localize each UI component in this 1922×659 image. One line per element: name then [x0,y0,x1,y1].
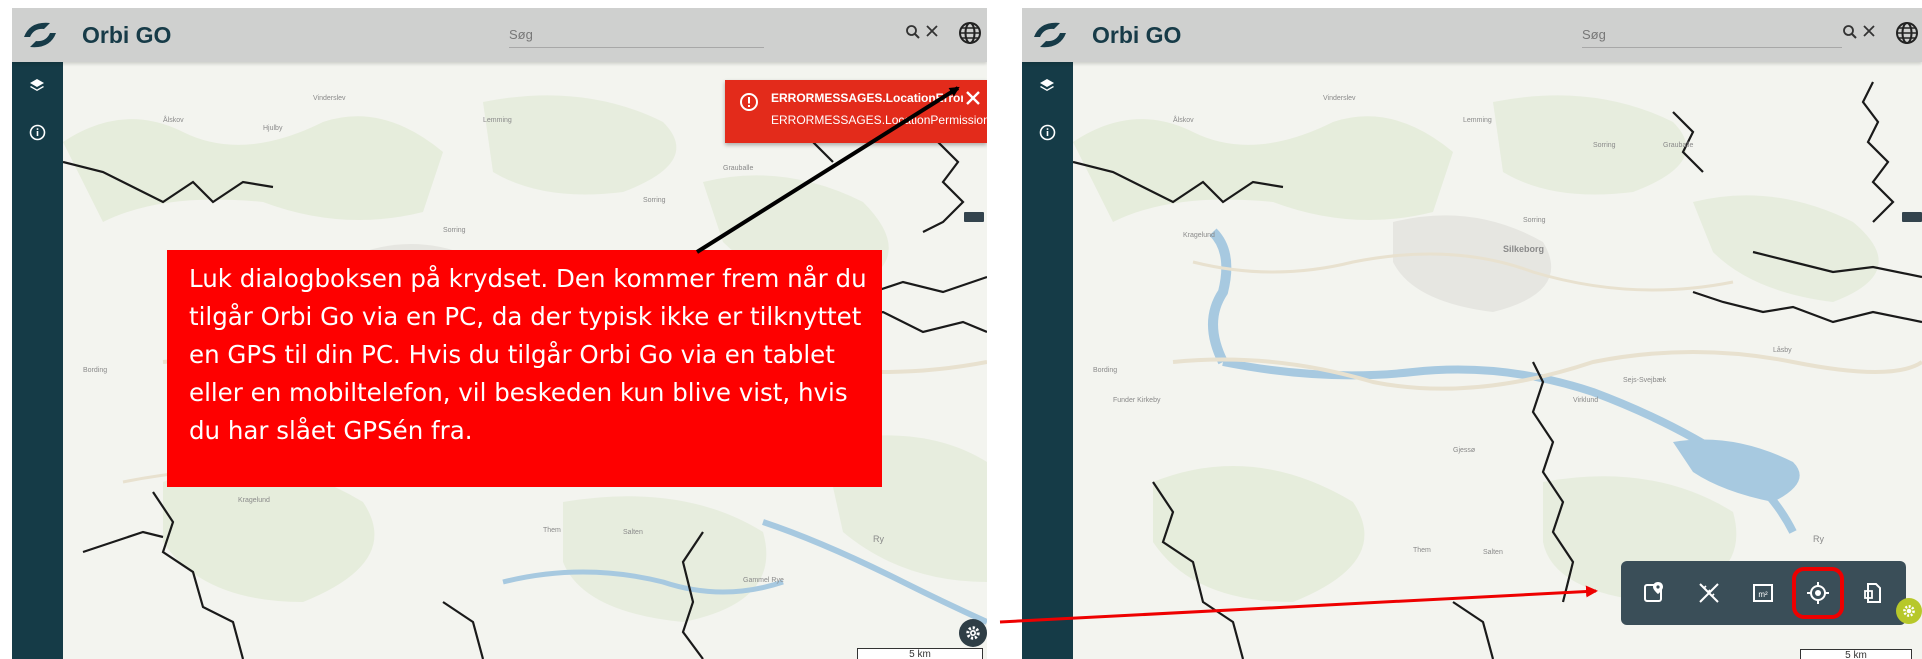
svg-text:Bording: Bording [1093,367,1117,374]
locate-me-icon[interactable] [1792,567,1845,619]
settings-gear-icon[interactable] [1896,598,1922,624]
globe-icon[interactable] [958,21,982,45]
map-tools-toolbar: m² [1621,561,1906,625]
map-side-tab[interactable] [964,212,984,222]
export-icon[interactable] [1853,573,1893,613]
svg-text:Kragelund: Kragelund [1183,232,1215,239]
error-message: ERRORMESSAGES.LocationPermissionDenied [771,113,987,127]
svg-text:Gammel Rye: Gammel Rye [743,577,784,584]
search-box[interactable] [509,22,764,48]
sidebar [1022,62,1073,659]
search-input[interactable] [509,22,764,46]
svg-text:Funder Kirkeby: Funder Kirkeby [1113,397,1161,404]
search-box[interactable] [1582,22,1842,48]
sidebar [12,62,63,659]
svg-text:Hjulby: Hjulby [263,125,283,132]
svg-text:m²: m² [1759,590,1769,599]
info-icon[interactable] [25,120,49,144]
svg-text:Them: Them [543,527,561,534]
app-title: Orbi GO [1092,21,1182,48]
svg-text:Sorring: Sorring [643,197,666,204]
error-title: ERRORMESSAGES.LocationError [771,91,966,105]
instruction-callout: Luk dialogboksen på krydset. Den kommer … [167,250,882,487]
layers-icon[interactable] [1035,74,1059,98]
svg-text:Lemming: Lemming [1463,117,1492,124]
search-icon[interactable] [905,24,921,40]
scale-bar: 5 km [857,648,983,659]
svg-text:Lemming: Lemming [483,117,512,124]
svg-text:Them: Them [1413,547,1431,554]
layers-icon[interactable] [25,74,49,98]
svg-text:Grauballe: Grauballe [1663,142,1693,149]
svg-text:Sorring: Sorring [1523,217,1546,224]
svg-text:Silkeborg: Silkeborg [1503,244,1544,254]
clear-search-icon[interactable] [925,24,939,38]
orbi-logo[interactable] [16,12,64,58]
svg-text:Kragelund: Kragelund [238,497,270,504]
svg-text:Salten: Salten [1483,549,1503,556]
close-toast-icon[interactable] [963,88,983,108]
top-bar: Orbi GO [12,8,987,62]
scale-bar: 5 km [1800,649,1912,659]
area-measure-icon[interactable]: m² [1743,573,1783,613]
search-input[interactable] [1582,22,1842,46]
orbi-logo[interactable] [1026,12,1074,58]
svg-text:Grauballe: Grauballe [723,165,753,172]
svg-text:Ry: Ry [1813,534,1824,544]
settings-gear-icon[interactable] [959,619,987,647]
clear-search-icon[interactable] [1862,24,1876,38]
svg-text:Ry: Ry [873,534,884,544]
svg-text:Sorring: Sorring [443,227,466,234]
svg-text:Låsby: Låsby [1773,346,1792,354]
svg-text:Virklund: Virklund [1573,397,1598,404]
app-title: Orbi GO [82,21,172,48]
svg-text:Gjessø: Gjessø [1453,447,1476,454]
svg-text:Sorring: Sorring [1593,142,1616,149]
error-toast: ERRORMESSAGES.LocationError ERRORMESSAGE… [725,80,987,143]
search-icon[interactable] [1842,24,1858,40]
map-marker-icon[interactable] [1634,573,1674,613]
scale-label: 5 km [909,649,931,659]
tutorial-stage: Orbi GO Søg Vinderslev Ålskov Hjulby Lem… [0,0,1922,659]
svg-text:Ålskov: Ålskov [163,115,184,124]
alert-circle-icon [739,92,759,117]
globe-icon[interactable] [1895,21,1919,45]
svg-text:Salten: Salten [623,529,643,536]
measure-icon[interactable] [1689,573,1729,613]
svg-text:Vinderslev: Vinderslev [1323,95,1356,102]
svg-text:Ålskov: Ålskov [1173,115,1194,124]
svg-text:Vinderslev: Vinderslev [313,95,346,102]
svg-text:Bording: Bording [83,367,107,374]
map-side-tab[interactable] [1902,212,1922,222]
svg-text:Sejs-Svejbæk: Sejs-Svejbæk [1623,377,1667,384]
info-icon[interactable] [1035,120,1059,144]
scale-label: 5 km [1845,650,1867,659]
top-bar: Orbi GO [1022,8,1922,62]
